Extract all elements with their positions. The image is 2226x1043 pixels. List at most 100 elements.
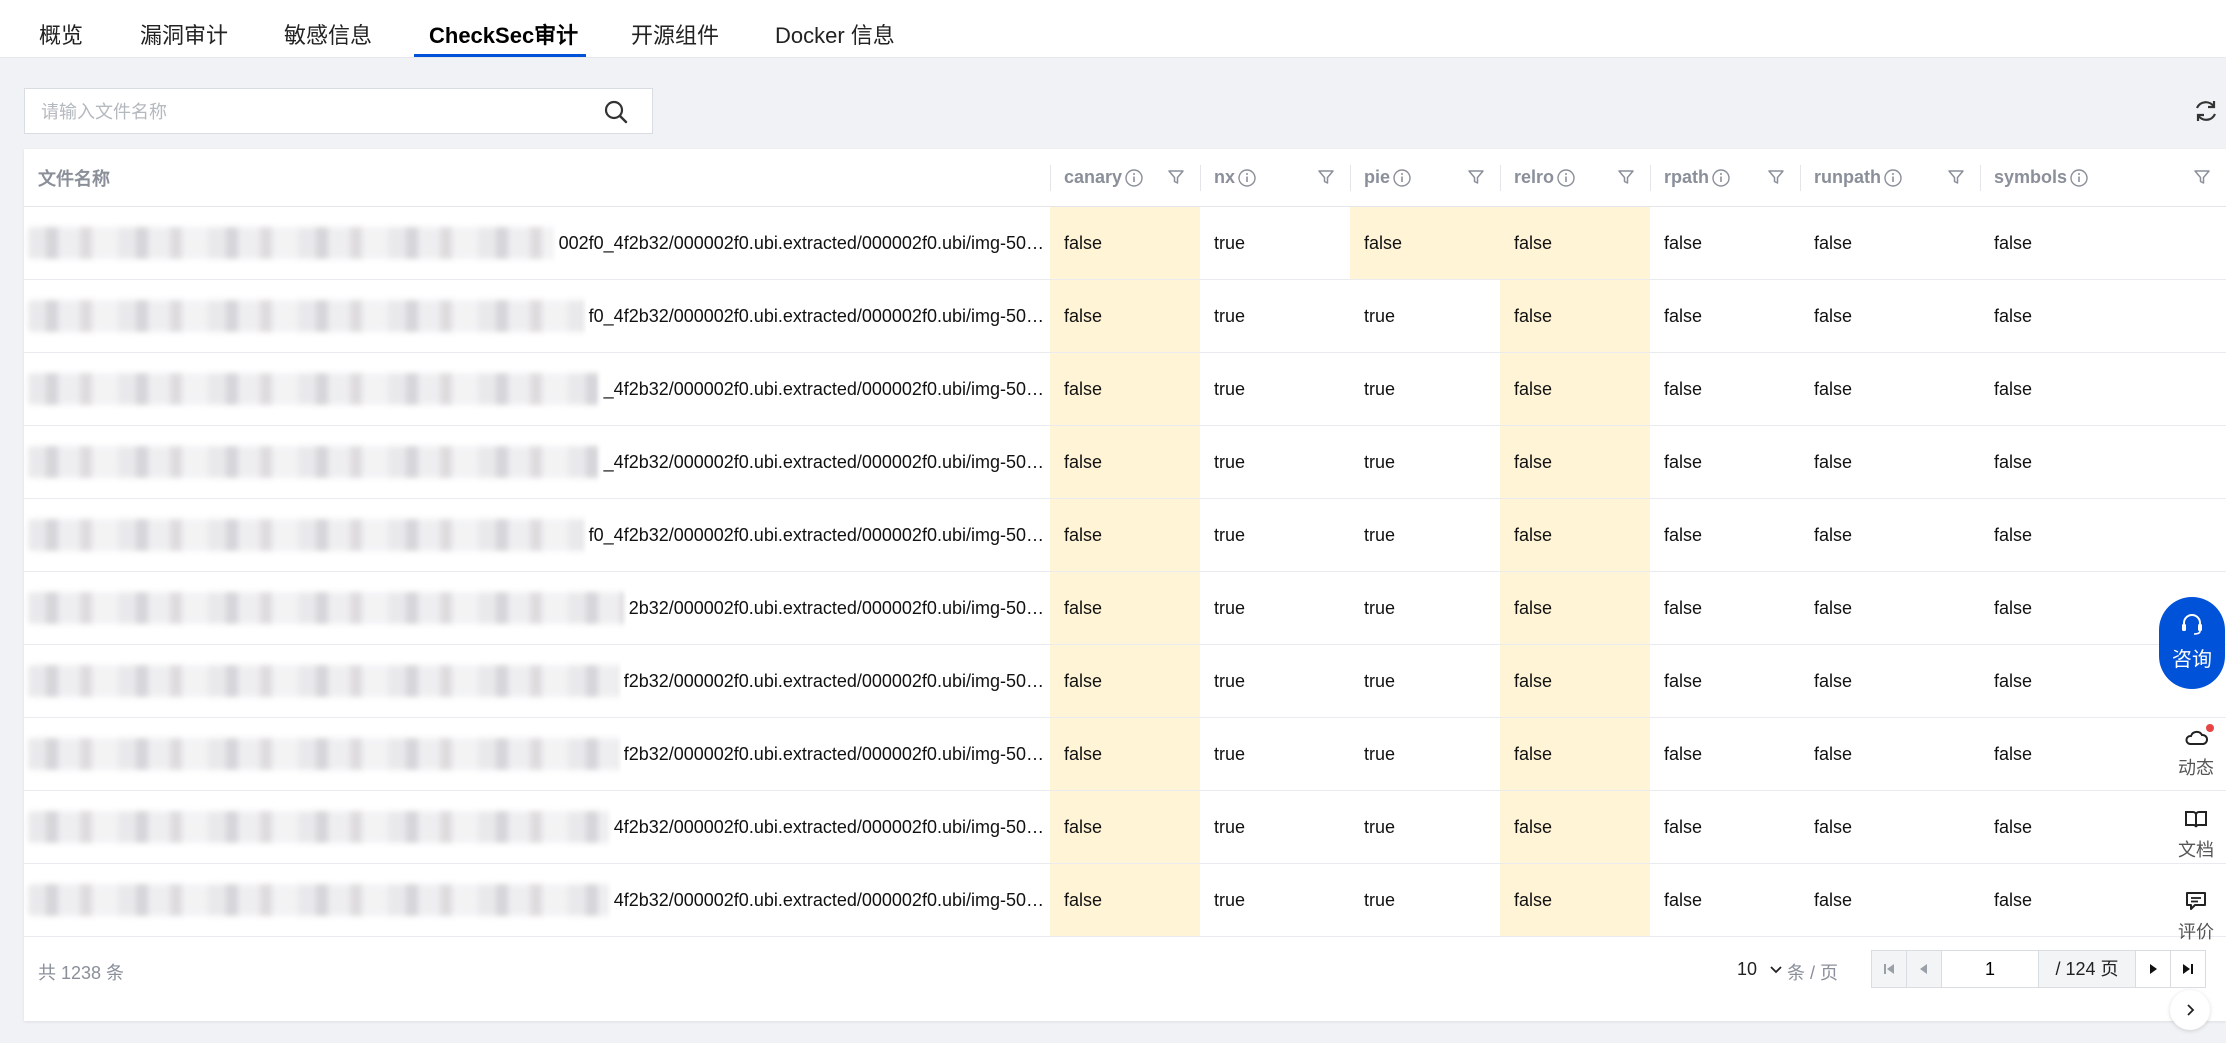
next-page-button[interactable] xyxy=(2135,950,2171,988)
headset-icon xyxy=(2182,614,2202,635)
cell-runpath: false xyxy=(1800,717,1980,791)
side-toolbar: 动态 文档 评价 xyxy=(2166,712,2226,952)
info-icon[interactable] xyxy=(1124,168,1144,188)
filter-icon[interactable] xyxy=(1316,167,1336,187)
cell-relro: false xyxy=(1500,644,1650,718)
filter-icon[interactable] xyxy=(2192,167,2212,187)
first-page-button[interactable] xyxy=(1871,950,1907,988)
cell-canary: false xyxy=(1050,206,1200,280)
cell-rpath: false xyxy=(1650,717,1800,791)
cell-pie: true xyxy=(1350,352,1500,426)
column-label: nx xyxy=(1214,167,1236,187)
filter-icon[interactable] xyxy=(1166,167,1186,187)
pagination-controls: / 124 页 xyxy=(1871,950,2206,988)
page-size-select[interactable]: 10 xyxy=(1737,959,1784,980)
cell-filename: f2b32/000002f0.ubi.extracted/000002f0.ub… xyxy=(24,644,1050,718)
cell-filename: 4f2b32/000002f0.ubi.extracted/000002f0.u… xyxy=(24,790,1050,864)
info-icon[interactable] xyxy=(1556,168,1576,188)
info-icon[interactable] xyxy=(1392,168,1412,188)
filename-text: f0_4f2b32/000002f0.ubi.extracted/000002f… xyxy=(580,280,1044,352)
cell-nx: true xyxy=(1200,498,1350,572)
last-page-icon xyxy=(2183,964,2193,974)
cell-nx: true xyxy=(1200,644,1350,718)
cell-relro: false xyxy=(1500,279,1650,353)
review-button[interactable]: 评价 xyxy=(2166,888,2226,944)
column-header-nx: nx xyxy=(1200,149,1350,207)
table-row[interactable]: 4f2b32/000002f0.ubi.extracted/000002f0.u… xyxy=(24,863,2226,937)
last-page-button[interactable] xyxy=(2170,950,2206,988)
column-header-rpath: rpath xyxy=(1650,149,1800,207)
cell-relro: false xyxy=(1500,352,1650,426)
column-header-canary: canary xyxy=(1050,149,1200,207)
cell-symbols: false xyxy=(1980,279,2226,353)
column-header-relro: relro xyxy=(1500,149,1650,207)
checksec-table: 文件名称 canary nx pie relro rpath runpath s… xyxy=(24,149,2226,937)
prev-page-icon xyxy=(1920,964,1927,974)
search-input[interactable] xyxy=(39,89,603,135)
cell-runpath: false xyxy=(1800,206,1980,280)
review-label: 评价 xyxy=(2178,922,2214,942)
table-row[interactable]: f2b32/000002f0.ubi.extracted/000002f0.ub… xyxy=(24,644,2226,718)
cell-runpath: false xyxy=(1800,425,1980,499)
tab-checksec-audit[interactable]: CheckSec审计 xyxy=(429,0,578,58)
tab-docker-info[interactable]: Docker 信息 xyxy=(775,0,895,58)
cell-canary: false xyxy=(1050,863,1200,937)
table-row[interactable]: _4f2b32/000002f0.ubi.extracted/000002f0.… xyxy=(24,352,2226,426)
cell-canary: false xyxy=(1050,352,1200,426)
column-label: symbols xyxy=(1994,167,2068,187)
redacted-path xyxy=(28,738,628,770)
tab-overview[interactable]: 概览 xyxy=(39,0,83,58)
cell-runpath: false xyxy=(1800,279,1980,353)
table-body: 002f0_4f2b32/000002f0.ubi.extracted/0000… xyxy=(24,206,2226,937)
cell-rpath: false xyxy=(1650,279,1800,353)
filter-icon[interactable] xyxy=(1766,167,1786,187)
dynamic-button[interactable]: 动态 xyxy=(2166,724,2226,780)
column-header-symbols: symbols xyxy=(1980,149,2226,207)
chevron-down-icon xyxy=(1770,966,1782,974)
tab-sensitive-info[interactable]: 敏感信息 xyxy=(284,0,372,58)
filename-text: 002f0_4f2b32/000002f0.ubi.extracted/0000… xyxy=(550,207,1044,279)
collapse-toolbar-button[interactable] xyxy=(2170,990,2210,1030)
comment-icon xyxy=(2186,892,2206,910)
info-icon[interactable] xyxy=(1883,168,1903,188)
info-icon[interactable] xyxy=(1711,168,1731,188)
tab-vulnerability-audit[interactable]: 漏洞审计 xyxy=(140,0,228,58)
table-row[interactable]: 4f2b32/000002f0.ubi.extracted/000002f0.u… xyxy=(24,790,2226,864)
page-size-value: 10 xyxy=(1737,959,1758,979)
info-icon[interactable] xyxy=(1237,168,1257,188)
filter-icon[interactable] xyxy=(1946,167,1966,187)
cell-rpath: false xyxy=(1650,644,1800,718)
docs-label: 文档 xyxy=(2178,840,2214,860)
filename-text: f2b32/000002f0.ubi.extracted/000002f0.ub… xyxy=(615,718,1044,790)
active-tab-indicator xyxy=(414,54,586,57)
docs-button[interactable]: 文档 xyxy=(2166,806,2226,862)
table-row[interactable]: 2b32/000002f0.ubi.extracted/000002f0.ubi… xyxy=(24,571,2226,645)
consult-button[interactable]: 咨询 xyxy=(2159,597,2225,689)
cell-rpath: false xyxy=(1650,352,1800,426)
search-icon[interactable] xyxy=(603,99,629,125)
refresh-icon[interactable] xyxy=(2192,97,2220,125)
cell-pie: false xyxy=(1350,206,1500,280)
redacted-path xyxy=(28,884,618,916)
cell-nx: true xyxy=(1200,279,1350,353)
chevron-right-icon xyxy=(2187,1004,2195,1016)
table-row[interactable]: 002f0_4f2b32/000002f0.ubi.extracted/0000… xyxy=(24,206,2226,280)
cell-relro: false xyxy=(1500,863,1650,937)
cell-canary: false xyxy=(1050,790,1200,864)
table-row[interactable]: _4f2b32/000002f0.ubi.extracted/000002f0.… xyxy=(24,425,2226,499)
cell-filename: 4f2b32/000002f0.ubi.extracted/000002f0.u… xyxy=(24,863,1050,937)
filename-text: _4f2b32/000002f0.ubi.extracted/000002f0.… xyxy=(595,426,1044,498)
table-row[interactable]: f2b32/000002f0.ubi.extracted/000002f0.ub… xyxy=(24,717,2226,791)
tab-open-source-components[interactable]: 开源组件 xyxy=(631,0,719,58)
cell-symbols: false xyxy=(1980,425,2226,499)
table-row[interactable]: f0_4f2b32/000002f0.ubi.extracted/000002f… xyxy=(24,279,2226,353)
cell-relro: false xyxy=(1500,206,1650,280)
cell-nx: true xyxy=(1200,717,1350,791)
cell-filename: f0_4f2b32/000002f0.ubi.extracted/000002f… xyxy=(24,279,1050,353)
table-row[interactable]: f0_4f2b32/000002f0.ubi.extracted/000002f… xyxy=(24,498,2226,572)
page-number-input[interactable] xyxy=(1941,950,2039,988)
info-icon[interactable] xyxy=(2069,168,2089,188)
filter-icon[interactable] xyxy=(1616,167,1636,187)
prev-page-button[interactable] xyxy=(1906,950,1942,988)
filter-icon[interactable] xyxy=(1466,167,1486,187)
